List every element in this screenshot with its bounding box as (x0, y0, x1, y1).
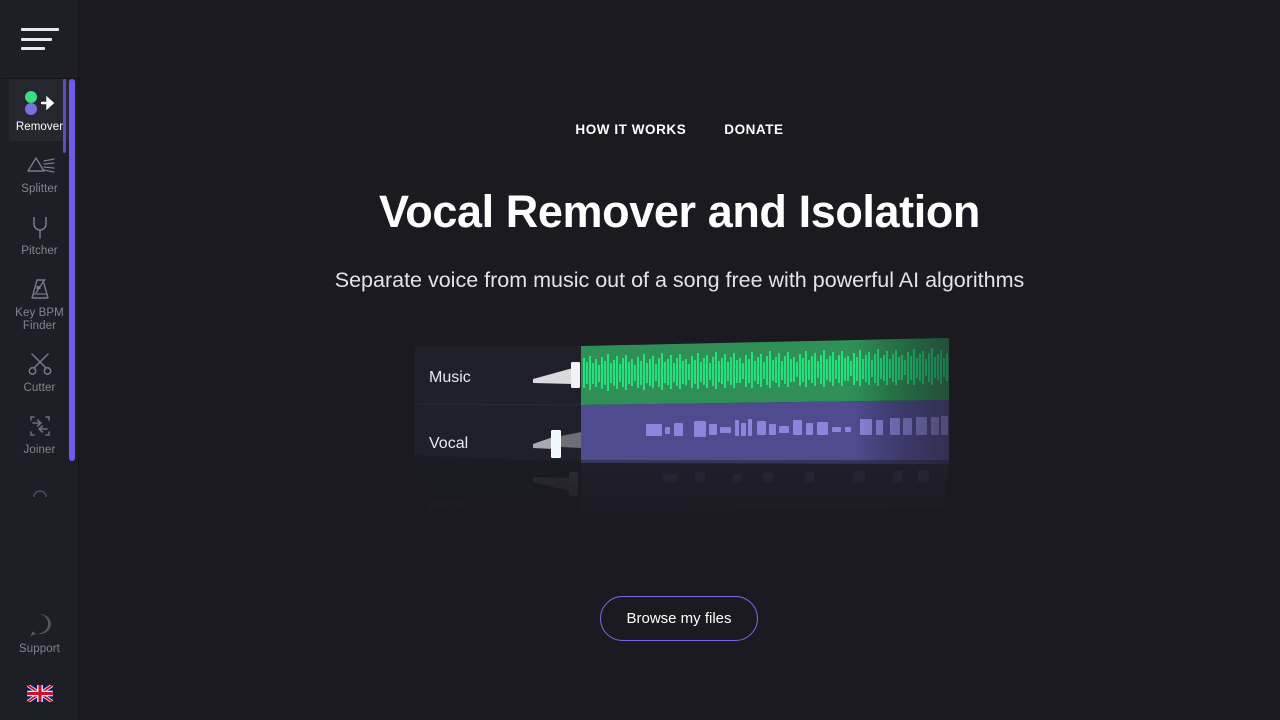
sidebar-active-indicator (63, 79, 66, 153)
hero-waveform-illustration: Music Vocal (413, 332, 983, 542)
sidebar-item-label: Pitcher (21, 245, 58, 257)
hamburger-menu-button[interactable] (0, 0, 78, 79)
sidebar-item-joiner[interactable]: Joiner (9, 402, 71, 464)
tuning-fork-icon (23, 212, 57, 242)
sidebar-bottom: ? Support (0, 601, 78, 720)
sidebar-item-label: Key BPM Finder (15, 307, 64, 332)
question-bubble-icon: ? (25, 610, 55, 640)
sidebar-item-label: Joiner (23, 444, 56, 456)
sidebar-item-label: Support (19, 643, 60, 655)
sidebar-item-label: Remover (15, 121, 64, 133)
sidebar-scrollbar-thumb[interactable] (69, 79, 75, 461)
language-switcher[interactable] (0, 685, 78, 720)
sidebar: Remover Splitter Pitcher Key BPM Finder … (0, 0, 79, 720)
sidebar-item-label: Cutter (23, 382, 56, 394)
main-content: HOW IT WORKS DONATE Vocal Remover and Is… (79, 0, 1280, 720)
sidebar-item-pitcher[interactable]: Pitcher (9, 203, 71, 265)
hamburger-menu-icon (20, 28, 59, 50)
page-subtitle: Separate voice from music out of a song … (334, 268, 1025, 292)
sidebar-item-support[interactable]: ? Support (9, 601, 71, 663)
sidebar-item-partial[interactable] (9, 464, 71, 510)
uk-flag-icon (26, 685, 53, 702)
scissors-icon (23, 349, 57, 379)
top-navigation: HOW IT WORKS DONATE (79, 122, 1280, 137)
nav-link-donate[interactable]: DONATE (724, 122, 783, 137)
sidebar-item-splitter[interactable]: Splitter (9, 141, 71, 203)
waveform-svg: Music Vocal (413, 338, 983, 542)
merge-arrows-icon (23, 411, 57, 441)
track-label-music: Music (429, 369, 471, 386)
metronome-icon (23, 274, 57, 304)
remover-dots-arrow-icon (23, 88, 57, 118)
nav-link-how-it-works[interactable]: HOW IT WORKS (575, 122, 686, 137)
sidebar-item-key-bpm-finder[interactable]: Key BPM Finder (9, 265, 71, 340)
track-label-vocal: Vocal (429, 435, 468, 452)
svg-text:?: ? (36, 617, 44, 632)
sidebar-item-remover[interactable]: Remover (8, 79, 71, 141)
arc-icon (23, 473, 57, 503)
sidebar-item-cutter[interactable]: Cutter (9, 340, 71, 402)
page-title: Vocal Remover and Isolation (378, 186, 981, 237)
sidebar-item-label: Splitter (21, 183, 58, 195)
prism-splitter-icon (23, 150, 57, 180)
browse-my-files-button[interactable]: Browse my files (600, 596, 758, 641)
